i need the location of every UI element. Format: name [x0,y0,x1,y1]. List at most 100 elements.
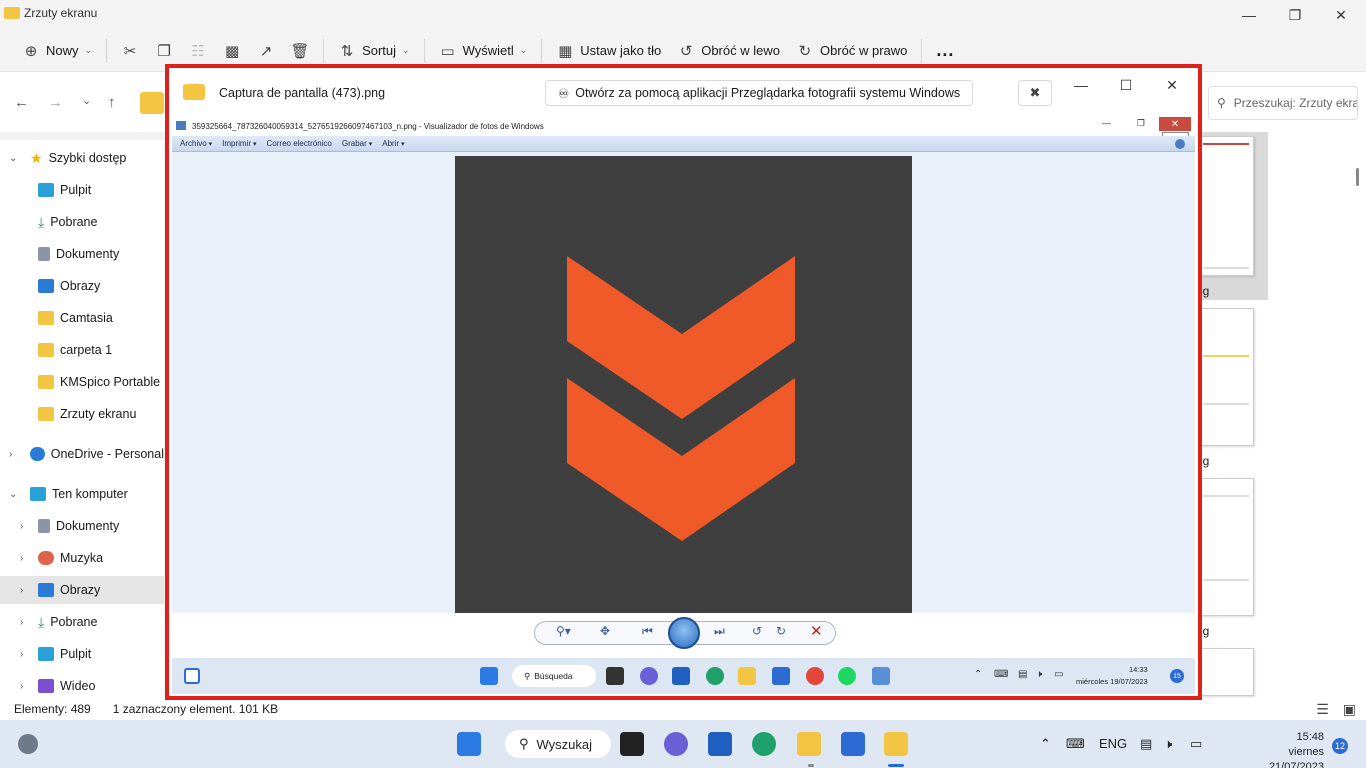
selection-info: 1 zaznaczony element. 101 KB [112,702,279,716]
recent-chevron-icon[interactable]: ⌄ [82,94,91,107]
view-label: Wyświetl [462,43,514,58]
chevron-right-icon: › [20,584,24,596]
calendar-icon[interactable] [841,732,865,756]
search-input[interactable]: ⚲ Przeszukaj: Zrzuty ekranu [1208,86,1358,120]
tiles-view-icon[interactable]: ▣ [1343,701,1356,718]
sidebar-item-this-pc[interactable]: ⌄ Ten komputer [0,480,164,508]
volume-icon[interactable]: 🕨 [1164,736,1172,752]
up-arrow-icon[interactable]: ↑ [108,94,116,111]
cloud-icon [30,447,45,461]
sidebar-label: Wideo [60,679,96,693]
photos-icon[interactable] [884,732,908,756]
sidebar-item-kmspico[interactable]: KMSpico Portable [0,368,164,396]
clock[interactable]: 15:48 viernes 21/07/2023 [1250,730,1324,768]
sidebar-item-camtasia[interactable]: Camtasia [0,304,164,332]
sidebar-item-pc-desktop[interactable]: › Pulpit [0,640,164,668]
sidebar-item-pc-documents[interactable]: › Dokumenty [0,512,164,540]
view-icon: ▭ [440,42,455,60]
rotate-left-label: Obróć w lewo [701,43,780,58]
sidebar-label: Zrzuty ekranu [60,407,137,421]
view-button[interactable]: ▭ Wyświetl ⌄ [431,36,536,66]
taskbar-search[interactable]: ⚲ Wyszukaj [505,730,611,758]
chevron-down-icon: ⌄ [519,45,528,55]
plus-circle-icon: ⊕ [24,42,38,60]
edge-icon[interactable] [752,732,776,756]
status-bar: Elementy: 489 1 zaznaczony element. 101 … [0,698,1366,720]
notification-badge[interactable]: 12 [1332,738,1348,754]
paste-icon: ☷ [191,42,205,60]
sidebar-label: Muzyka [60,551,104,565]
computer-icon [30,487,46,501]
scrollbar[interactable] [1356,168,1359,186]
chevron-right-icon: › [20,552,24,564]
sidebar-item-carpeta-1[interactable]: carpeta 1 [0,336,164,364]
tray-chevron-icon[interactable]: ⌃ [1040,736,1051,752]
delete-button[interactable]: 🗑 [283,36,317,66]
file-thumbnail[interactable] [1198,478,1254,616]
file-thumbnail[interactable] [1198,648,1254,696]
sidebar-item-documents[interactable]: Dokumenty [0,240,164,268]
back-arrow-icon[interactable]: ← [14,94,29,111]
window-title: Zrzuty ekranu [24,6,98,20]
active-indicator [888,764,904,767]
sidebar-item-downloads[interactable]: ⤓ Pobrane [0,208,164,236]
sidebar-item-quick-access[interactable]: ⌄ ★ Szybki dostęp [0,144,164,172]
rename-button[interactable]: ▩ [215,36,249,66]
network-icon[interactable]: ▤ [1140,736,1152,752]
share-button[interactable]: ↗ [249,36,283,66]
running-indicator [808,764,814,767]
cut-button[interactable]: ✂ [113,36,147,66]
chevron-right-icon: › [20,680,24,692]
sidebar-item-pc-downloads[interactable]: › ⤓ Pobrane [0,608,164,636]
sidebar-item-desktop[interactable]: Pulpit [0,176,164,204]
battery-icon[interactable]: ▭ [1190,736,1202,752]
rename-icon: ▩ [224,42,240,60]
keyboard-icon[interactable]: ⌨ [1066,736,1085,752]
chevron-down-icon: ⌄ [84,45,93,55]
document-icon [38,247,50,261]
sidebar-label: Pobrane [50,215,98,229]
folder-icon [38,311,54,325]
folder-icon [38,375,54,389]
set-background-label: Ustaw jako tło [580,43,662,58]
file-explorer-icon[interactable] [797,732,821,756]
teams-icon[interactable] [664,732,688,756]
sidebar-item-pc-videos[interactable]: › Wideo [0,672,164,700]
file-thumbnail[interactable] [1198,136,1254,276]
close-button[interactable]: ✕ [1318,0,1364,30]
share-icon: ↗ [259,42,273,60]
sidebar-item-screenshots[interactable]: Zrzuty ekranu [0,400,164,428]
address-folder-icon [140,92,164,114]
download-icon: ⤓ [38,213,45,230]
sidebar-label: Obrazy [60,583,101,597]
new-button[interactable]: ⊕ Nowy ⌄ [14,36,100,66]
sidebar-item-pictures[interactable]: Obrazy [0,272,164,300]
sort-button[interactable]: ⇅ Sortuj ⌄ [330,36,418,66]
chevron-right-icon: › [20,520,24,532]
chevron-down-icon: ⌄ [9,488,18,500]
forward-arrow-icon[interactable]: → [48,94,63,111]
sidebar-label: carpeta 1 [60,343,113,357]
maximize-button[interactable]: ❐ [1272,0,1318,30]
minimize-button[interactable]: — [1226,0,1272,30]
sidebar-item-pc-music[interactable]: › Muzyka [0,544,164,572]
details-view-icon[interactable]: ☰ [1316,701,1329,718]
more-button[interactable]: ... [928,36,962,66]
language-indicator[interactable]: ENG [1099,736,1127,751]
paste-button[interactable]: ☷ [181,36,215,66]
more-label: ... [936,40,955,60]
rotate-right-button[interactable]: ↻ Obróć w prawo [788,36,915,66]
weather-icon[interactable] [18,734,38,754]
chevron-right-icon: › [9,448,13,460]
desktop-icon [38,183,54,197]
download-icon: ⤓ [38,613,45,630]
sidebar-item-pc-pictures[interactable]: › Obrazy [0,576,164,604]
set-background-button[interactable]: ▦ Ustaw jako tło [548,36,669,66]
file-thumbnail[interactable] [1198,308,1254,446]
copy-button[interactable]: ❐ [147,36,181,66]
task-view-icon[interactable] [620,732,644,756]
start-button[interactable] [457,732,481,756]
store-icon[interactable] [708,732,732,756]
sidebar-item-onedrive[interactable]: › OneDrive - Personal [0,440,164,468]
rotate-left-button[interactable]: ↺ Obróć w lewo [669,36,788,66]
